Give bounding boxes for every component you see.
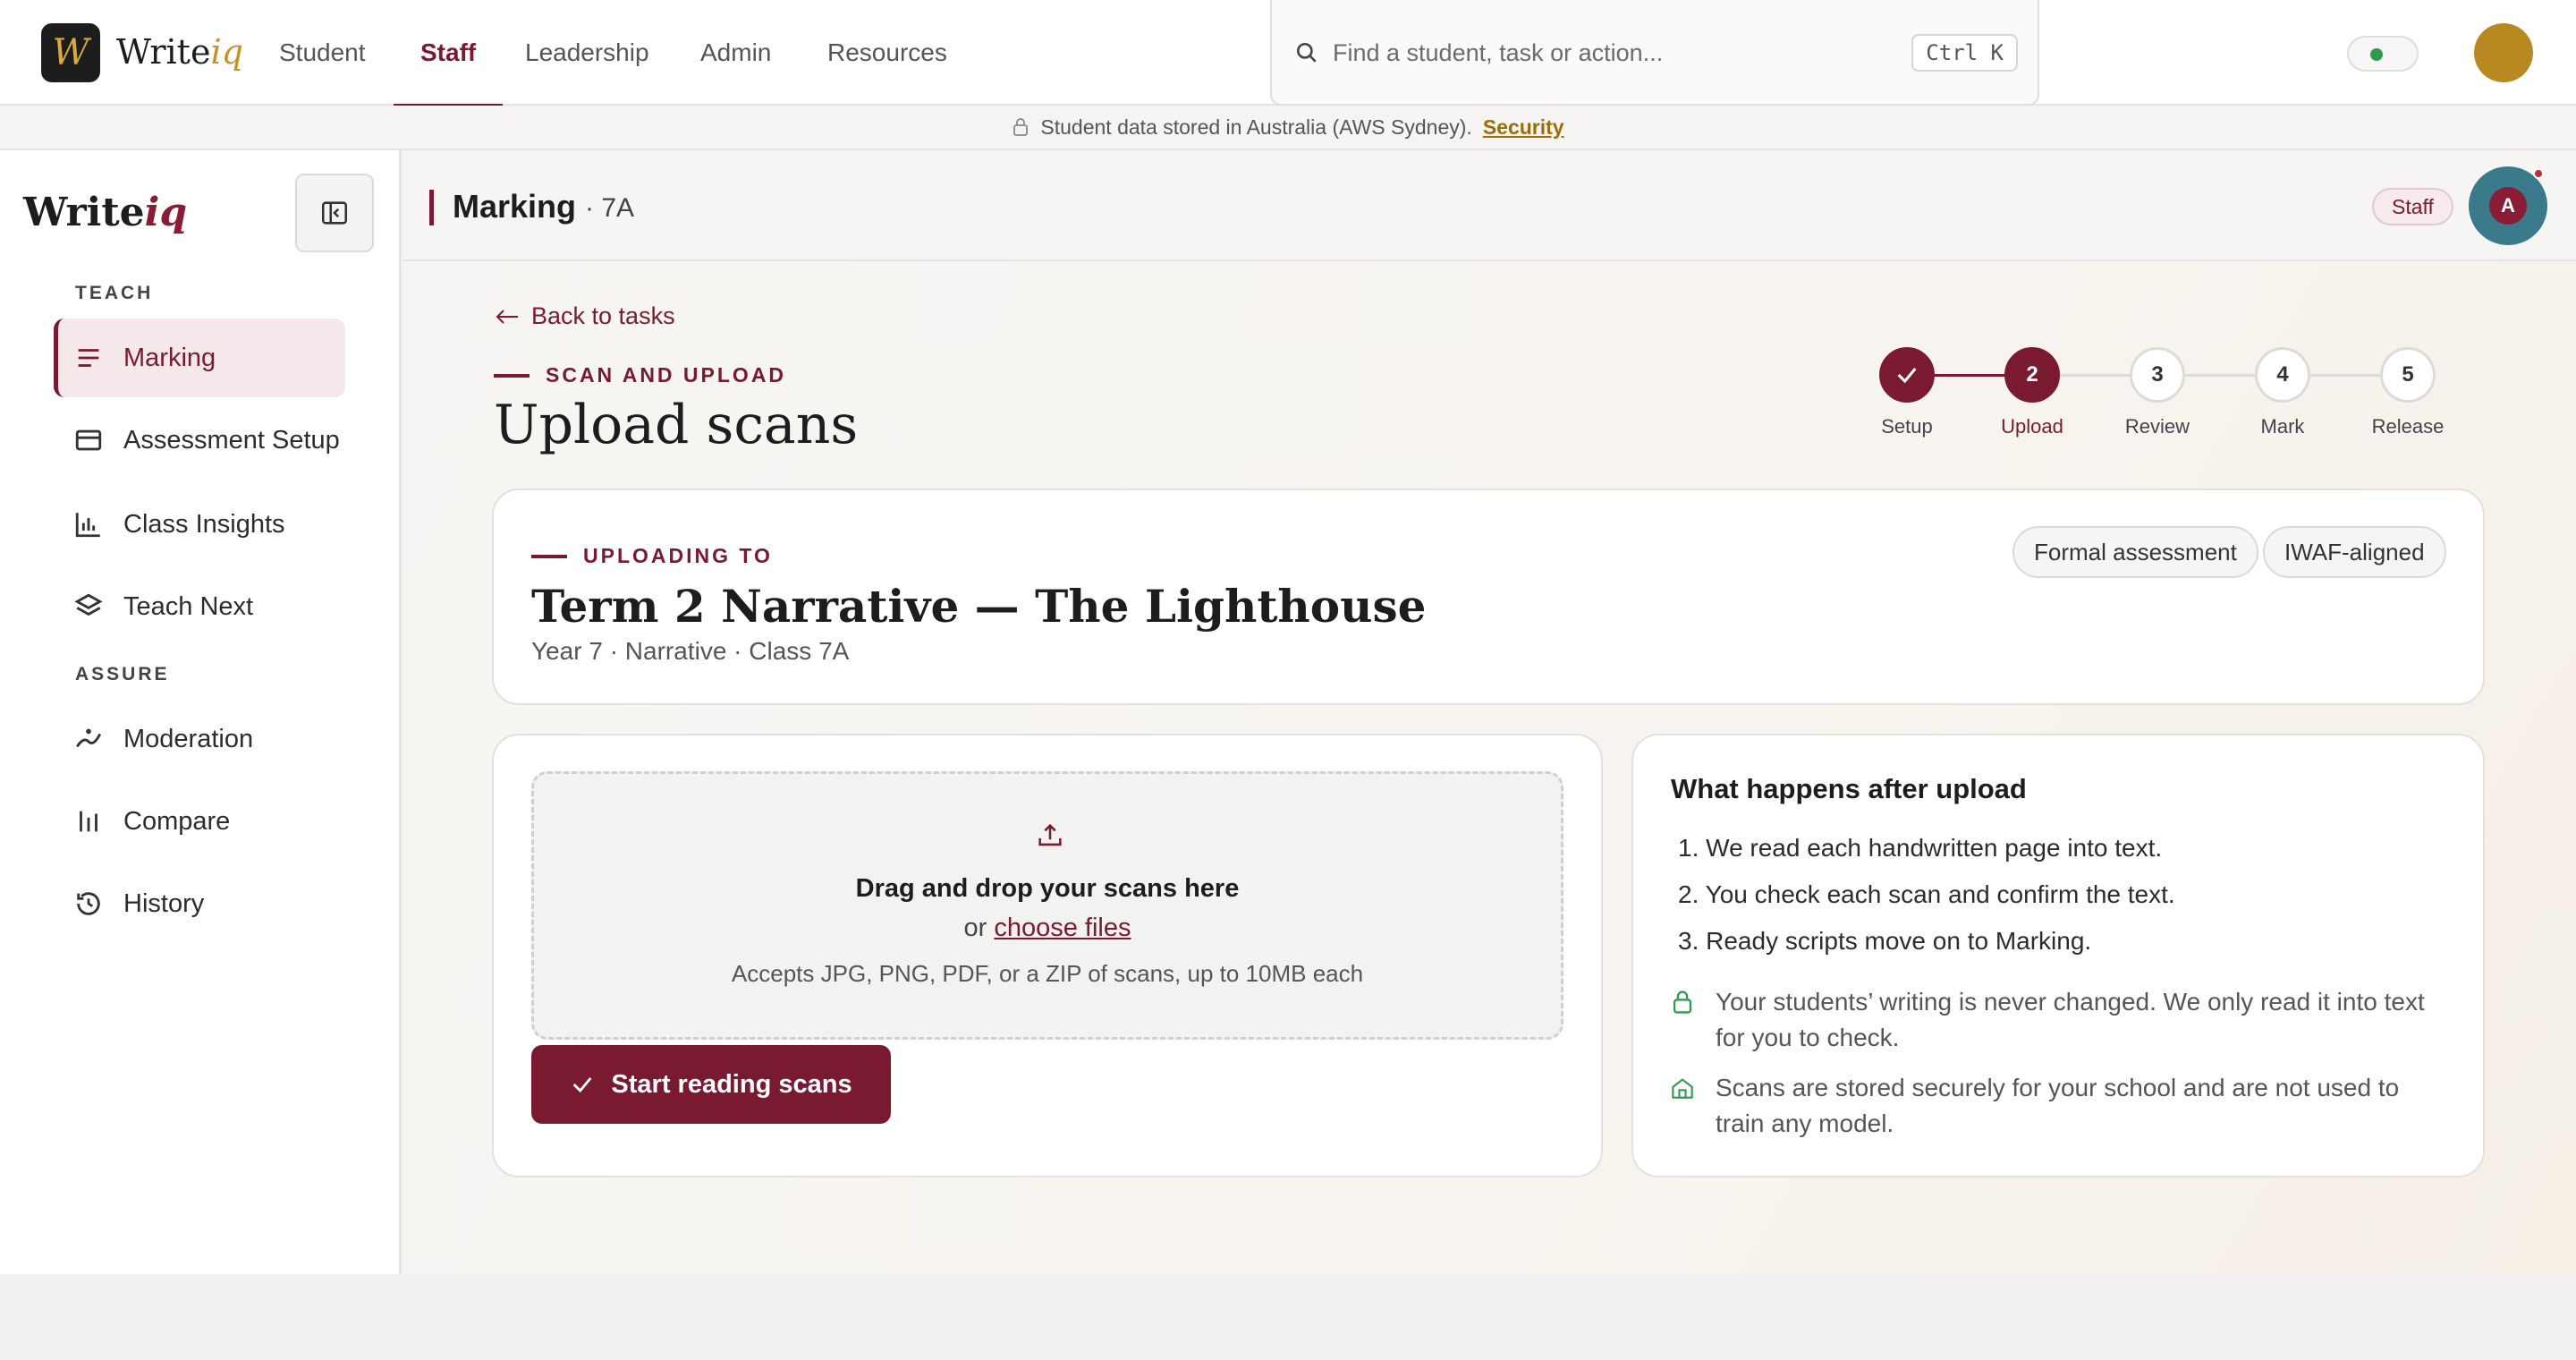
sidebar-item-compare[interactable]: Compare [54, 782, 345, 861]
account-avatar[interactable] [2474, 23, 2533, 82]
step-label: Review [2124, 415, 2190, 438]
banner-text: Student data stored in Australia (AWS Sy… [1040, 115, 1472, 139]
sidebar-item-teach-next[interactable]: Teach Next [54, 567, 345, 646]
info-step: 3. Ready scripts move on to Marking. [1678, 927, 2092, 955]
status-toggle[interactable] [2347, 36, 2419, 72]
assessment-title: Term 2 Narrative — The Lighthouse [531, 580, 1427, 633]
bar-chart-icon [75, 513, 100, 538]
top-navigation: W Writeiq Student Staff Leadership Admin… [0, 0, 2576, 107]
tag-formal-assessment: Formal assessment [2012, 526, 2258, 578]
status-dot [2370, 48, 2383, 61]
upload-icon [1038, 823, 1062, 846]
sidebar-section-assure: ASSURE [75, 664, 170, 684]
search-icon [1296, 42, 1317, 63]
info-step: 2. You check each scan and confirm the t… [1678, 880, 2175, 908]
notification-dot [2533, 168, 2544, 179]
sidebar-collapse-button[interactable] [295, 174, 374, 252]
step-label: Upload [2001, 415, 2063, 438]
layers-icon [74, 593, 103, 616]
content-header: Marking · 7A Staff A [402, 150, 2576, 261]
step-mark[interactable]: 4 Mark [2220, 347, 2345, 438]
search-shortcut: Ctrl K [1911, 34, 2018, 72]
step-circle: 4 [2255, 347, 2310, 403]
brand-wordmark[interactable]: Writeiq [116, 32, 243, 72]
data-residency-banner: Student data stored in Australia (AWS Sy… [0, 106, 2576, 150]
step-circle: 3 [2130, 347, 2185, 403]
nav-tab-resources[interactable]: Resources [827, 0, 947, 106]
nav-tab-admin[interactable]: Admin [700, 0, 771, 106]
check-icon [573, 1077, 592, 1093]
sidebar-item-class-insights[interactable]: Class Insights [54, 485, 345, 564]
avatar-initial: A [2489, 187, 2527, 225]
nav-tab-staff[interactable]: Staff [393, 0, 504, 107]
search-placeholder[interactable]: Find a student, task or action... [1333, 39, 1663, 67]
dropzone-or-line: or choose files [963, 914, 1131, 942]
upload-target-card: UPLOADING TO Term 2 Narrative — The Ligh… [492, 489, 2485, 705]
school-icon [1672, 1078, 1693, 1099]
card-icon [75, 429, 102, 451]
accepted-formats: Accepts JPG, PNG, PDF, or a ZIP of scans… [731, 960, 1364, 987]
step-setup[interactable]: Setup [1844, 347, 1970, 438]
lock-icon [1673, 990, 1692, 1014]
compare-bars-icon [80, 811, 97, 832]
lock-icon [1013, 118, 1029, 136]
assessment-meta: Year 7 · Narrative · Class 7A [531, 637, 850, 665]
step-label: Mark [2260, 415, 2305, 438]
list-icon [78, 349, 99, 367]
global-search[interactable]: Find a student, task or action... Ctrl K [1270, 0, 2039, 106]
security-link[interactable]: Security [1483, 115, 1564, 140]
trend-icon [76, 728, 102, 748]
app-logo[interactable]: W [41, 23, 100, 82]
upload-card: Drag and drop your scans here or choose … [492, 734, 1603, 1177]
panel-collapse-icon [321, 201, 348, 225]
arrow-left-icon [496, 309, 518, 324]
role-badge: Staff [2372, 188, 2453, 225]
step-circle: 2 [2004, 347, 2060, 403]
dropzone-title: Drag and drop your scans here [855, 874, 1240, 903]
step-circle: 5 [2380, 347, 2436, 403]
page-title: Upload scans [494, 394, 859, 456]
target-eyebrow: UPLOADING TO [531, 544, 773, 568]
page-eyebrow: SCAN AND UPLOAD [494, 363, 786, 387]
nav-tab-student[interactable]: Student [279, 0, 366, 106]
sidebar-brand[interactable]: Writeiq [23, 190, 187, 235]
info-steps: 1. We read each handwritten page into te… [1678, 825, 2175, 965]
sidebar: Writeiq TEACH Marking Assessment Setup C… [0, 150, 401, 1274]
step-upload[interactable]: 2 Upload [1970, 347, 2095, 438]
sidebar-item-history[interactable]: History [54, 864, 345, 943]
privacy-note: Your students’ writing is never changed.… [1671, 984, 2440, 1056]
section-title: Marking [453, 188, 577, 225]
tag-iwaf-aligned: IWAF-aligned [2263, 526, 2446, 578]
step-release[interactable]: 5 Release [2345, 347, 2470, 438]
step-label: Release [2371, 415, 2445, 438]
start-reading-scans-button[interactable]: Start reading scans [531, 1045, 891, 1124]
history-icon [77, 892, 100, 915]
info-title: What happens after upload [1671, 773, 2027, 804]
logo-letter: W [52, 32, 89, 73]
header-accent-bar [429, 190, 434, 225]
step-review[interactable]: 3 Review [2095, 347, 2220, 438]
user-avatar[interactable]: A [2469, 166, 2547, 245]
nav-tab-leadership[interactable]: Leadership [525, 0, 649, 106]
sidebar-item-moderation[interactable]: Moderation [54, 700, 345, 778]
step-label: Setup [1881, 415, 1933, 438]
choose-files-link[interactable]: choose files [994, 914, 1131, 942]
sidebar-item-assessment-setup[interactable]: Assessment Setup [54, 401, 345, 480]
page-footer-area [0, 1274, 2576, 1360]
sidebar-item-marking[interactable]: Marking [54, 319, 345, 397]
section-class: · 7A [585, 193, 635, 223]
file-dropzone[interactable]: Drag and drop your scans here or choose … [531, 771, 1563, 1040]
sidebar-section-teach: TEACH [75, 283, 154, 303]
storage-note: Scans are stored securely for your schoo… [1671, 1070, 2440, 1142]
back-to-tasks-link[interactable]: Back to tasks [494, 302, 675, 330]
step-circle [1879, 347, 1935, 403]
check-icon [1897, 368, 1917, 384]
info-step: 1. We read each handwritten page into te… [1678, 834, 2163, 862]
after-upload-info-card: What happens after upload 1. We read eac… [1631, 734, 2485, 1177]
progress-stepper: Setup 2 Upload 3 Review 4 Mark 5 Release [1843, 347, 2469, 446]
